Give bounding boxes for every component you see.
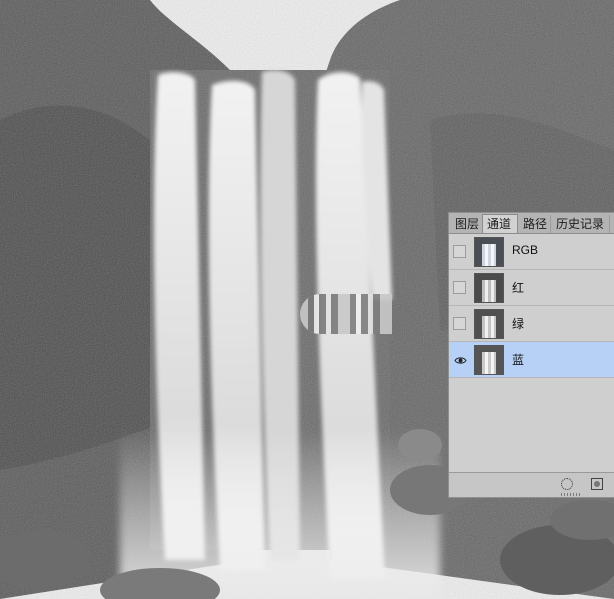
drag-ghost: [300, 294, 392, 334]
channel-name: 红: [512, 281, 525, 295]
channel-name: RGB: [512, 243, 539, 257]
tab-channels[interactable]: 通道: [482, 214, 518, 233]
tab-history[interactable]: 历史记录: [552, 215, 610, 233]
channel-thumbnail: [474, 309, 504, 339]
channel-row-red[interactable]: 红: [449, 270, 614, 306]
tab-layers[interactable]: 图层: [451, 215, 483, 233]
channels-panel: 图层 通道 路径 历史记录 RGB 红 绿 蓝: [448, 212, 614, 498]
tab-paths[interactable]: 路径: [519, 215, 551, 233]
load-selection-icon[interactable]: [561, 478, 573, 490]
channel-row-green[interactable]: 绿: [449, 306, 614, 342]
visibility-toggle[interactable]: [453, 281, 466, 294]
channel-row-blue[interactable]: 蓝: [449, 342, 614, 378]
tab-overflow[interactable]: [610, 215, 614, 233]
visibility-toggle[interactable]: [453, 353, 467, 366]
panel-tab-bar: 图层 通道 路径 历史记录: [449, 213, 614, 234]
channel-name: 绿: [512, 317, 525, 331]
channel-thumbnail: [474, 345, 504, 375]
channel-thumbnail: [474, 237, 504, 267]
visibility-toggle[interactable]: [453, 245, 466, 258]
save-selection-icon[interactable]: [591, 478, 603, 490]
panel-footer: [449, 472, 614, 497]
eye-icon: [454, 357, 467, 364]
channel-name: 蓝: [512, 353, 525, 367]
visibility-toggle[interactable]: [453, 317, 466, 330]
channel-row-rgb[interactable]: RGB: [449, 234, 614, 270]
resize-grip[interactable]: [561, 493, 581, 496]
channel-thumbnail: [474, 273, 504, 303]
